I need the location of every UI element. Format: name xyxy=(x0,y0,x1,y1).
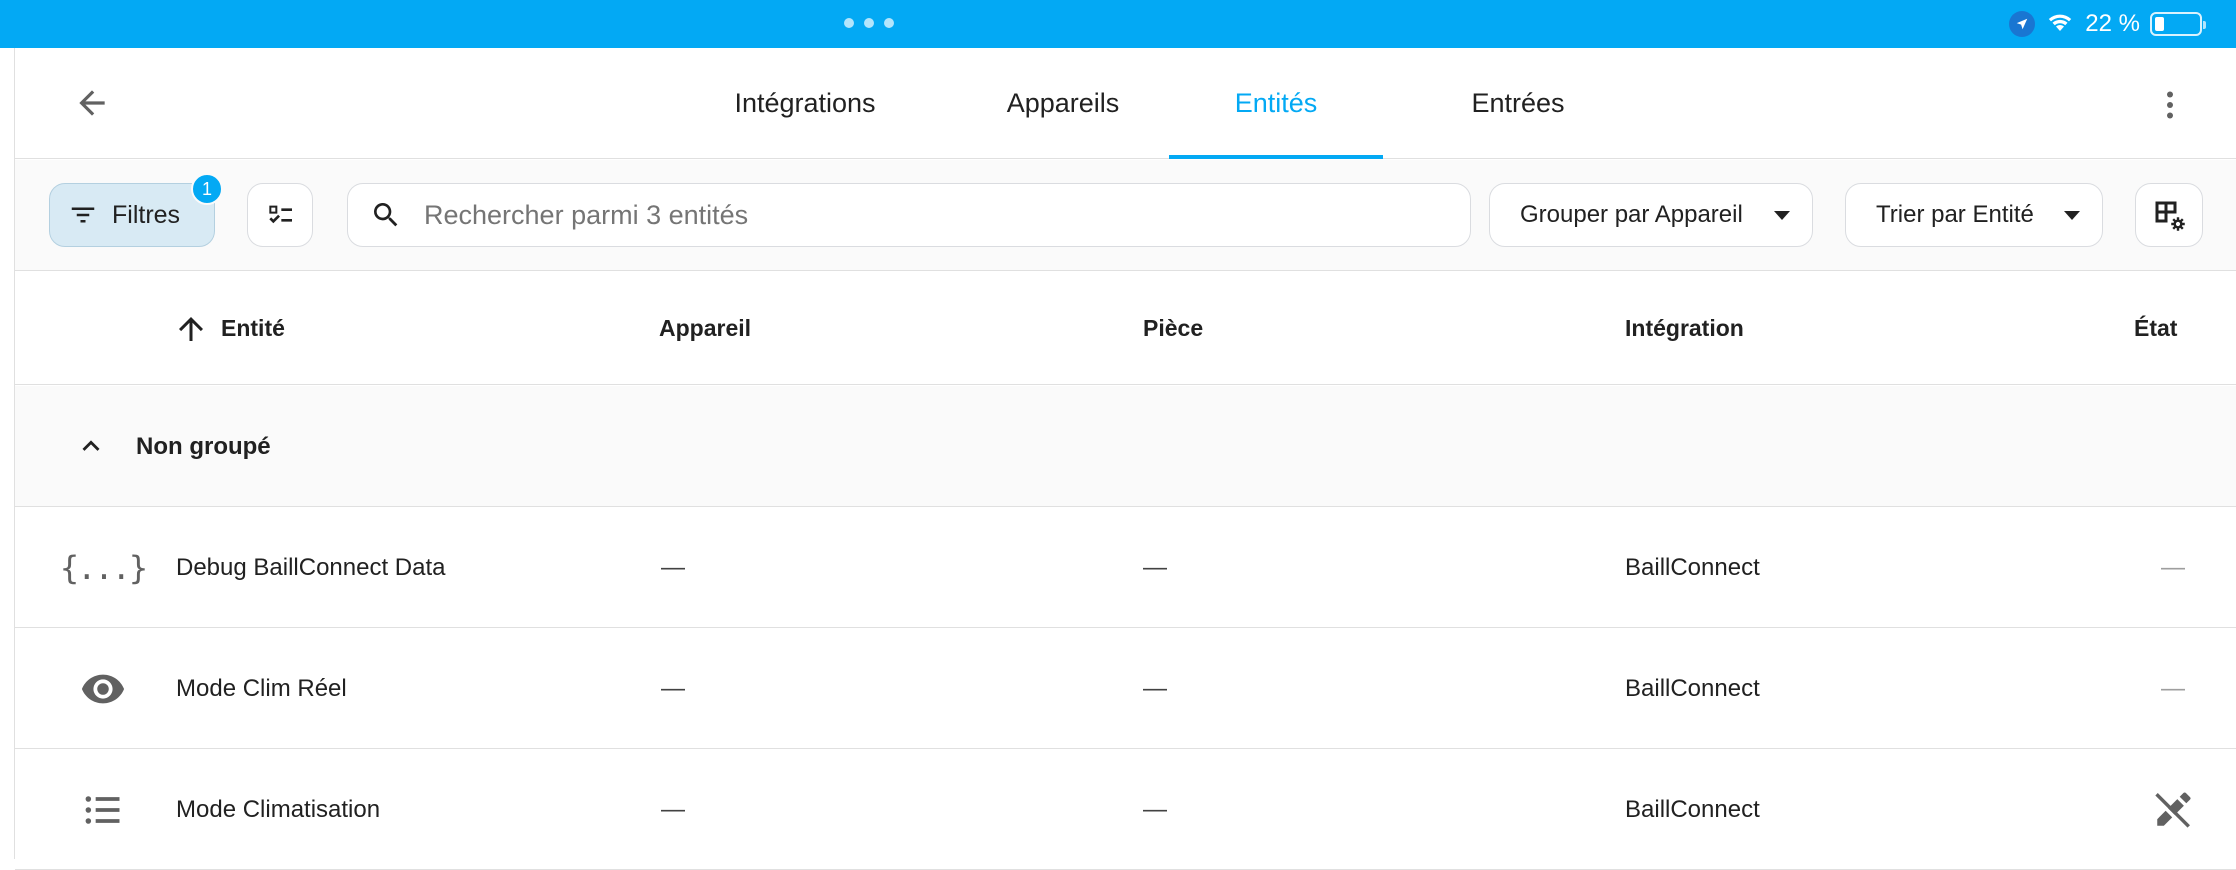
table-header: Entité Appareil Pièce Intégration État xyxy=(15,272,2236,385)
more-dots-icon[interactable] xyxy=(844,18,896,30)
column-header-integration[interactable]: Intégration xyxy=(1625,272,1744,385)
sort-by-label: Trier par Entité xyxy=(1876,201,2034,228)
format-list-bulleted-icon xyxy=(60,750,146,870)
table-cog-icon xyxy=(2155,201,2185,231)
selection-mode-button[interactable] xyxy=(247,183,313,247)
eye-icon xyxy=(60,629,146,749)
table-row[interactable]: Mode Clim Réel — — BaillConnect — xyxy=(15,629,2236,749)
group-by-label: Grouper par Appareil xyxy=(1520,201,1743,228)
status-bar: 22 % xyxy=(0,0,2236,48)
toolbar: Filtres 1 Grouper par Appareil Trier par… xyxy=(15,160,2236,271)
search-box[interactable] xyxy=(347,183,1471,247)
device-value: — xyxy=(661,675,685,702)
tab-helpers[interactable]: Entrées xyxy=(1413,48,1623,159)
integration-value: BaillConnect xyxy=(1625,796,1760,823)
tab-integrations[interactable]: Intégrations xyxy=(698,48,912,159)
collapse-group-button[interactable] xyxy=(69,424,113,468)
entity-name: Mode Clim Réel xyxy=(176,675,347,702)
integration-value: BaillConnect xyxy=(1625,675,1760,702)
tab-devices[interactable]: Appareils xyxy=(957,48,1169,159)
sort-by-select[interactable]: Trier par Entité xyxy=(1845,183,2103,247)
entity-name: Mode Climatisation xyxy=(176,796,381,823)
overflow-menu-button[interactable] xyxy=(2145,80,2195,130)
table-settings-button[interactable] xyxy=(2135,183,2203,247)
table-row[interactable]: {...} Debug BaillConnect Data — — BaillC… xyxy=(15,508,2236,628)
table-row[interactable]: Mode Climatisation — — BaillConnect xyxy=(15,750,2236,870)
area-value: — xyxy=(1143,554,1167,581)
device-value: — xyxy=(661,554,685,581)
state-value: — xyxy=(2161,554,2185,581)
location-arrow-icon xyxy=(2009,11,2036,37)
group-header-row[interactable]: Non groupé xyxy=(15,386,2236,507)
checklist-icon xyxy=(269,205,292,224)
back-button[interactable] xyxy=(67,78,117,128)
battery-icon xyxy=(2150,12,2206,36)
device-value: — xyxy=(661,796,685,823)
column-header-area[interactable]: Pièce xyxy=(1143,272,1203,385)
arrow-left-icon xyxy=(79,90,105,116)
group-label: Non groupé xyxy=(136,432,271,460)
filter-icon xyxy=(71,207,95,223)
tab-entities[interactable]: Entités xyxy=(1169,48,1383,159)
area-value: — xyxy=(1143,796,1167,823)
arrow-up-icon xyxy=(173,311,209,347)
column-header-entity[interactable]: Entité xyxy=(173,272,285,385)
integration-value: BaillConnect xyxy=(1625,554,1760,581)
chevron-down-icon xyxy=(1774,210,1790,220)
area-value: — xyxy=(1143,675,1167,702)
chevron-up-icon xyxy=(82,440,100,451)
column-header-device[interactable]: Appareil xyxy=(659,272,751,385)
column-header-state[interactable]: État xyxy=(2134,272,2177,385)
filters-button[interactable]: Filtres xyxy=(49,183,215,247)
filters-count-badge: 1 xyxy=(191,173,223,205)
more-vertical-icon xyxy=(2167,91,2173,119)
entity-name: Debug BaillConnect Data xyxy=(176,554,446,581)
column-header-entity-label: Entité xyxy=(221,315,285,341)
search-input[interactable] xyxy=(422,198,1402,232)
pencil-off-icon xyxy=(2139,750,2207,870)
chevron-down-icon xyxy=(2064,210,2080,220)
group-by-select[interactable]: Grouper par Appareil xyxy=(1489,183,1813,247)
status-indicators: 22 % xyxy=(2009,8,2206,40)
state-value: — xyxy=(2161,675,2185,702)
wifi-icon xyxy=(2045,9,2075,40)
filters-label: Filtres xyxy=(112,200,181,229)
battery-percentage: 22 % xyxy=(2085,10,2140,37)
search-icon xyxy=(374,203,398,227)
code-braces-icon: {...} xyxy=(59,549,148,587)
app-header: Intégrations Appareils Entités Entrées xyxy=(15,48,2236,159)
